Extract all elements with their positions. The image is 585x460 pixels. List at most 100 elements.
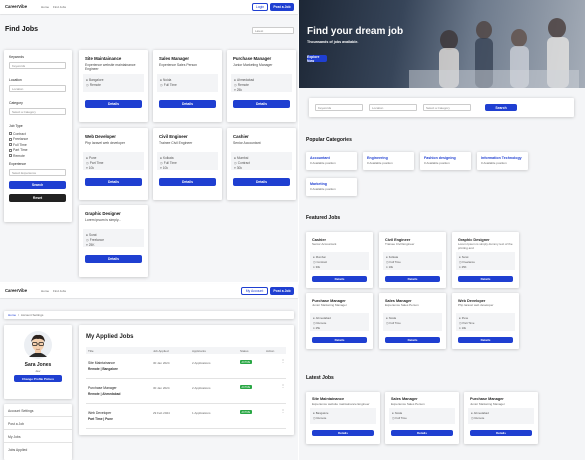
row-title: Purchase Manager — [88, 386, 117, 390]
meta-text: 10k — [88, 166, 94, 170]
my-account-button[interactable]: My Account — [241, 287, 268, 295]
nav-home[interactable]: Home — [41, 5, 49, 9]
hero-banner: Find your dream job Thounsands of jobs a… — [299, 0, 585, 88]
meta-text: Remote — [316, 416, 327, 420]
action-menu-icon[interactable]: ⋮ — [281, 383, 285, 388]
category-card[interactable]: Accountant 0 Available position — [306, 152, 357, 170]
meta-line: ● Noida — [386, 316, 396, 320]
clock-icon: ◷ — [160, 161, 163, 165]
job-description: Senior Accountant — [233, 141, 261, 145]
hero-photo — [409, 18, 579, 88]
featured-title: Featured Jobs — [306, 215, 341, 221]
featured-details-button[interactable]: Details — [458, 337, 513, 343]
meta-text: 25k — [236, 88, 242, 92]
menu-account-settings[interactable]: Account Settings — [8, 409, 33, 413]
meta-line: ¤ 25k — [234, 88, 242, 92]
jobtype-label: Job Type — [9, 124, 23, 128]
details-button[interactable]: Details — [85, 255, 142, 263]
filter-reset-button[interactable]: Reset — [9, 194, 66, 202]
meta-line: ◷ Full Time — [160, 83, 177, 87]
meta-line: ● Pune — [459, 316, 468, 320]
jobtype-remote[interactable]: Remote — [9, 153, 66, 159]
latest-job-desc: Junior Marketing Manager — [470, 402, 505, 406]
row-applicants: 2 Applications — [192, 361, 211, 365]
job-description: Php laravel web developer — [85, 141, 125, 145]
details-button[interactable]: Details — [85, 100, 142, 108]
meta-line: ¤ 25K — [86, 243, 94, 247]
login-button[interactable]: Login — [252, 3, 268, 11]
status-badge: ACTIVE — [240, 410, 252, 414]
applied-jobs-card: My Applied Jobs Title Job Applied Applic… — [79, 325, 294, 435]
featured-job-desc: Experience Sales Person — [385, 303, 419, 307]
featured-job-desc: Senior Accountant — [312, 242, 337, 246]
meta-text: Full Time — [395, 416, 407, 420]
action-menu-icon[interactable]: ⋮ — [281, 408, 285, 413]
details-button[interactable]: Details — [159, 100, 216, 108]
category-name: Fashion designing — [424, 156, 456, 160]
meta-line: ◷ Full Time — [386, 260, 401, 264]
post-job-button[interactable]: Post a Job — [270, 3, 294, 11]
category-card[interactable]: Information Technology 0 Available positi… — [477, 152, 528, 170]
account-nav-home[interactable]: Home — [41, 289, 49, 293]
account-nav-find-jobs[interactable]: Find Jobs — [53, 289, 66, 293]
meta-text: 10k — [461, 326, 467, 330]
meta-text: 10k — [388, 265, 394, 269]
latest-details-button[interactable]: Details — [391, 430, 453, 436]
menu-jobs-applied[interactable]: Jobs Applied — [8, 448, 27, 452]
details-button[interactable]: Details — [233, 100, 290, 108]
breadcrumb: Home / Account Settings — [4, 311, 294, 319]
job-card: Graphic Designer Lorem ipsum is simply...… — [79, 205, 148, 277]
breadcrumb-home[interactable]: Home — [8, 313, 16, 317]
money-icon: ¤ — [313, 326, 315, 330]
meta-line: ● Mumbai — [234, 156, 248, 160]
keywords-input[interactable]: Keywords — [9, 62, 66, 69]
meta-line: ● Surat — [86, 233, 97, 237]
featured-details-button[interactable]: Details — [458, 276, 513, 282]
account-brand-logo[interactable]: CareerVibe — [5, 288, 27, 293]
details-button[interactable]: Details — [85, 178, 142, 186]
location-input[interactable]: Location — [9, 85, 66, 92]
change-profile-picture-button[interactable]: Change Profile Picture — [14, 375, 62, 382]
featured-job-card: Web Developer Php laravel web developer ● P… — [452, 293, 519, 349]
brand-logo[interactable]: CareerVibe — [5, 4, 27, 9]
details-button[interactable]: Details — [159, 178, 216, 186]
money-icon: ¤ — [234, 166, 236, 170]
meta-text: Remote — [237, 83, 249, 87]
latest-details-button[interactable]: Details — [470, 430, 532, 436]
clock-icon: ◷ — [313, 321, 316, 325]
explore-button[interactable]: Explore Now — [307, 55, 327, 63]
meta-text: Noida — [388, 316, 397, 320]
menu-my-jobs[interactable]: My Jobs — [8, 435, 21, 439]
home-keywords-input[interactable]: Keywords — [315, 104, 363, 111]
featured-details-button[interactable]: Details — [312, 337, 367, 343]
category-card[interactable]: Fashion designing 0 Available position — [420, 152, 471, 170]
featured-details-button[interactable]: Details — [312, 276, 367, 282]
meta-line: ● Bangalore — [313, 411, 328, 415]
col-status: Status — [240, 349, 249, 353]
category-card[interactable]: Marketing 0 Available position — [306, 178, 357, 196]
sort-select[interactable]: Latest — [252, 27, 294, 34]
meta-line: ● Noida — [160, 78, 171, 82]
meta-text: 25k — [315, 326, 321, 330]
nav-find-jobs[interactable]: Find Jobs — [53, 5, 66, 9]
experience-select[interactable]: Select Experience — [9, 169, 66, 176]
category-card[interactable]: Engineering 0 Available position — [363, 152, 414, 170]
job-card: Web Developer Php laravel web developer ● P… — [79, 128, 148, 200]
menu-post-job[interactable]: Post a Job — [8, 422, 24, 426]
hero-title: Find your dream job — [307, 26, 404, 37]
meta-line: ● Ahmedabad — [313, 316, 331, 320]
location-icon: ● — [459, 316, 461, 320]
category-select[interactable]: Select a Category — [9, 108, 66, 115]
row-meta: Part Time | Pune — [88, 417, 113, 421]
home-search-button[interactable]: Search — [485, 104, 517, 111]
featured-details-button[interactable]: Details — [385, 276, 440, 282]
home-location-input[interactable]: Location — [369, 104, 417, 111]
filter-search-button[interactable]: Search — [9, 181, 66, 189]
home-category-select[interactable]: Select a Category — [423, 104, 471, 111]
filter-sidebar: Keywords Keywords Location Location Cate… — [4, 50, 72, 222]
action-menu-icon[interactable]: ⋮ — [281, 358, 285, 363]
featured-details-button[interactable]: Details — [385, 337, 440, 343]
account-post-job-button[interactable]: Post a Job — [270, 287, 294, 295]
latest-details-button[interactable]: Details — [312, 430, 374, 436]
details-button[interactable]: Details — [233, 178, 290, 186]
